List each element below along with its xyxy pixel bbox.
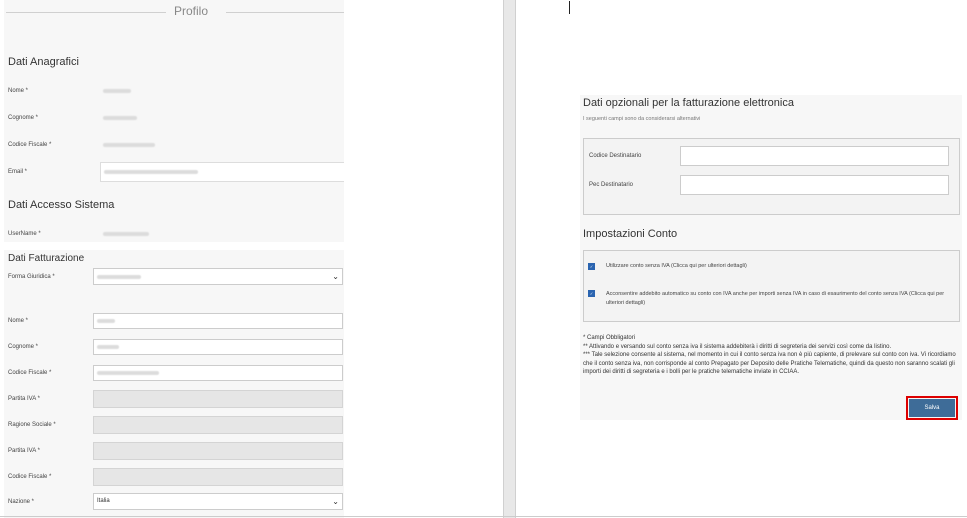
chevron-down-icon: ⌄ xyxy=(332,272,339,281)
label-fatt-cognome: Cognome * xyxy=(8,344,39,350)
label-partita-iva-2: Partita IVA * xyxy=(8,448,40,454)
heading-dati-fatturazione: Dati Fatturazione xyxy=(8,253,85,264)
heading-fatturazione-elettronica: Dati opzionali per la fatturazione elett… xyxy=(583,97,794,109)
note-campi-obbligatori: * Campi Obbligatori xyxy=(583,335,636,341)
value-fatt-cf-redacted xyxy=(97,371,159,375)
value-nome-redacted xyxy=(103,89,131,93)
value-forma-redacted xyxy=(97,275,141,279)
subtitle-alternativi: I seguenti campi sono da considerarsi al… xyxy=(583,116,701,122)
label-pec-destinatario: Pec Destinatario xyxy=(589,182,634,188)
fatt-cognome-field[interactable] xyxy=(93,339,343,355)
heading-dati-accesso: Dati Accesso Sistema xyxy=(8,199,115,211)
value-cf-redacted xyxy=(103,143,155,147)
pec-destinatario-field[interactable] xyxy=(680,175,949,195)
label-nome: Nome * xyxy=(8,88,29,94)
fatt-nome-field[interactable] xyxy=(93,313,343,329)
bottom-border xyxy=(0,516,967,517)
email-field[interactable] xyxy=(100,162,344,182)
label-ragione-sociale: Ragione Sociale * xyxy=(8,422,56,428)
option-conto-senza-iva-label[interactable]: Utilizzare conto senza IVA (Clicca qui p… xyxy=(606,263,747,269)
split-divider xyxy=(503,0,516,518)
ragione-sociale-field[interactable] xyxy=(93,416,343,434)
notes-block: * Campi Obbligatori ** Attivando e versa… xyxy=(583,334,958,377)
save-button[interactable]: Salva xyxy=(909,399,955,417)
label-forma-giuridica: Forma Giuridica * xyxy=(8,274,55,280)
label-fatt-nome: Nome * xyxy=(8,318,29,324)
nazione-select[interactable]: Italia ⌄ xyxy=(93,493,343,510)
title-rule-right xyxy=(226,12,344,13)
chevron-down-icon: ⌄ xyxy=(332,497,339,506)
section-divider xyxy=(4,242,344,250)
label-codice-fiscale: Codice Fiscale * xyxy=(8,142,52,148)
label-partita-iva: Partita IVA * xyxy=(8,396,40,402)
value-fatt-nome-redacted xyxy=(97,319,115,323)
label-codice-destinatario: Codice Destinatario xyxy=(589,153,642,159)
title-rule-left xyxy=(6,12,166,13)
heading-impostazioni-conto: Impostazioni Conto xyxy=(583,228,678,240)
value-username-redacted xyxy=(103,232,149,236)
text-cursor xyxy=(569,1,570,14)
checkbox-addebito-automatico[interactable]: ✓ xyxy=(588,290,595,297)
label-nazione: Nazione * xyxy=(8,499,35,505)
codice-fiscale-2-field[interactable] xyxy=(93,468,343,486)
note-selezione: *** Tale selezione consente al sistema, … xyxy=(583,352,956,376)
fatt-cf-field[interactable] xyxy=(93,365,343,381)
forma-giuridica-select[interactable]: ⌄ xyxy=(93,268,343,285)
option-addebito-automatico-label[interactable]: Acconsentire addebito automatico su cont… xyxy=(606,290,952,308)
value-email-redacted xyxy=(104,170,198,174)
profile-title: Profilo xyxy=(174,4,209,18)
partita-iva-field[interactable] xyxy=(93,390,343,408)
label-codice-fiscale-2: Codice Fiscale * xyxy=(8,474,52,480)
label-email: Email * xyxy=(8,169,28,175)
conto-box xyxy=(583,250,960,322)
value-fatt-cognome-redacted xyxy=(97,345,119,349)
partita-iva-2-field[interactable] xyxy=(93,442,343,460)
label-username: UserName * xyxy=(8,231,41,237)
value-cognome-redacted xyxy=(103,116,137,120)
label-cognome: Cognome * xyxy=(8,115,39,121)
label-fatt-cf: Codice Fiscale * xyxy=(8,370,52,376)
heading-dati-anagrafici: Dati Anagrafici xyxy=(8,56,79,68)
nazione-value: Italia xyxy=(97,498,110,504)
checkbox-conto-senza-iva[interactable]: ✓ xyxy=(588,263,595,270)
note-conto-senza-iva: ** Attivando e versando sul conto senza … xyxy=(583,343,892,350)
codice-destinatario-field[interactable] xyxy=(680,146,949,166)
